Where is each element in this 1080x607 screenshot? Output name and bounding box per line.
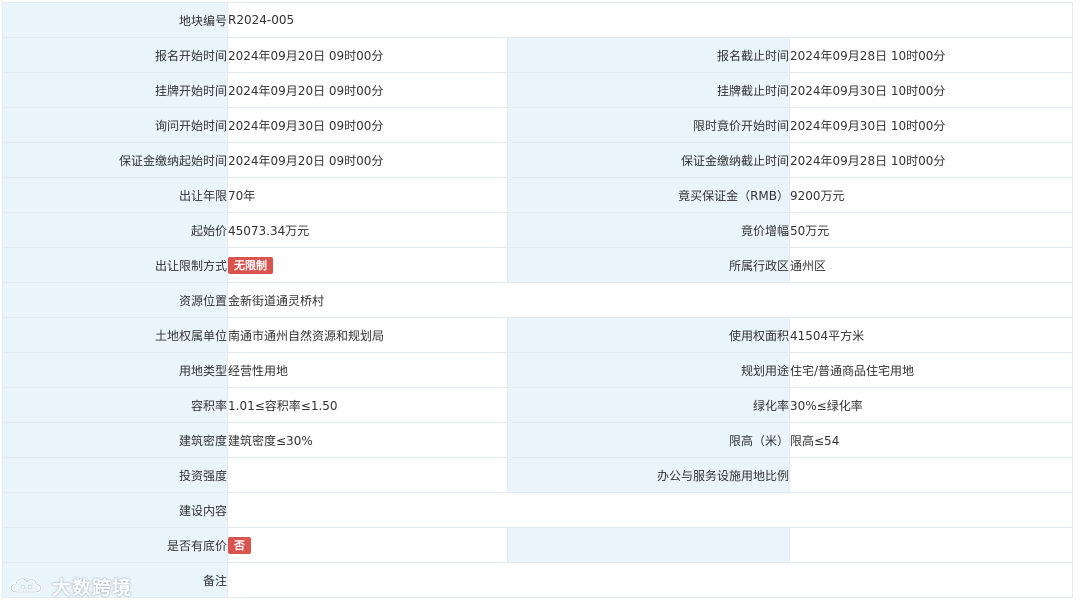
label-reserve-price: 是否有底价 <box>2 527 228 563</box>
label-listing-start: 挂牌开始时间 <box>2 72 228 108</box>
watermark: 大数跨境 <box>8 572 132 600</box>
value-deposit-end: 2024年09月28日 10时00分 <box>789 142 1073 178</box>
value-transfer-term: 70年 <box>227 177 508 213</box>
value-land-type: 经营性用地 <box>227 352 508 388</box>
value-building-density: 建筑密度≤30% <box>227 422 508 458</box>
label-parcel-id: 地块编号 <box>2 2 228 38</box>
table-row: 出让限制方式 无限制 所属行政区 通州区 <box>2 247 1073 283</box>
table-row: 报名开始时间 2024年09月20日 09时00分 报名截止时间 2024年09… <box>2 37 1073 73</box>
table-row: 保证金缴纳起始时间 2024年09月20日 09时00分 保证金缴纳截止时间 2… <box>2 142 1073 178</box>
value-bid-increment: 50万元 <box>789 212 1073 248</box>
label-registration-end: 报名截止时间 <box>507 37 790 73</box>
label-listing-end: 挂牌截止时间 <box>507 72 790 108</box>
table-row: 用地类型 经营性用地 规划用途 住宅/普通商品住宅用地 <box>2 352 1073 388</box>
value-land-owner: 南通市通州自然资源和规划局 <box>227 317 508 353</box>
label-timed-bidding-start: 限时竟价开始时间 <box>507 107 790 143</box>
label-bid-increment: 竟价增幅 <box>507 212 790 248</box>
label-construction-content: 建设内容 <box>2 492 228 528</box>
table-row: 出让年限 70年 竟买保证金（RMB） 9200万元 <box>2 177 1073 213</box>
land-parcel-info-table: 地块编号 R2024-005 报名开始时间 2024年09月20日 09时00分… <box>2 2 1073 598</box>
value-planned-use: 住宅/普通商品住宅用地 <box>789 352 1073 388</box>
table-row: 建设内容 <box>2 492 1073 528</box>
value-restriction-method: 无限制 <box>227 247 508 283</box>
value-deposit-start: 2024年09月20日 09时00分 <box>227 142 508 178</box>
value-listing-start: 2024年09月20日 09时00分 <box>227 72 508 108</box>
value-reserve-price: 否 <box>227 527 508 563</box>
empty-label-cell <box>507 527 790 563</box>
value-plot-ratio: 1.01≤容积率≤1.50 <box>227 387 508 423</box>
label-land-owner: 土地权属单位 <box>2 317 228 353</box>
label-office-land-ratio: 办公与服务设施用地比例 <box>507 457 790 493</box>
table-row: 是否有底价 否 <box>2 527 1073 563</box>
table-row: 土地权属单位 南通市通州自然资源和规划局 使用权面积 41504平方米 <box>2 317 1073 353</box>
label-use-right-area: 使用权面积 <box>507 317 790 353</box>
value-listing-end: 2024年09月30日 10时00分 <box>789 72 1073 108</box>
label-registration-start: 报名开始时间 <box>2 37 228 73</box>
label-inquiry-start: 询问开始时间 <box>2 107 228 143</box>
restriction-badge: 无限制 <box>228 256 273 274</box>
reserve-price-badge: 否 <box>228 536 251 554</box>
table-row: 建筑密度 建筑密度≤30% 限高（米） 限高≤54 <box>2 422 1073 458</box>
table-row: 容积率 1.01≤容积率≤1.50 绿化率 30%≤绿化率 <box>2 387 1073 423</box>
value-remarks <box>227 562 1073 598</box>
label-deposit-end: 保证金缴纳截止时间 <box>507 142 790 178</box>
label-resource-location: 资源位置 <box>2 282 228 318</box>
label-transfer-term: 出让年限 <box>2 177 228 213</box>
table-row: 备注 <box>2 562 1073 598</box>
label-building-density: 建筑密度 <box>2 422 228 458</box>
value-registration-end: 2024年09月28日 10时00分 <box>789 37 1073 73</box>
label-district: 所属行政区 <box>507 247 790 283</box>
value-use-right-area: 41504平方米 <box>789 317 1073 353</box>
value-office-land-ratio <box>789 457 1073 493</box>
label-investment-intensity: 投资强度 <box>2 457 228 493</box>
label-starting-price: 起始价 <box>2 212 228 248</box>
table-row: 挂牌开始时间 2024年09月20日 09时00分 挂牌截止时间 2024年09… <box>2 72 1073 108</box>
label-planned-use: 规划用途 <box>507 352 790 388</box>
value-height-limit: 限高≤54 <box>789 422 1073 458</box>
table-row: 起始价 45073.34万元 竟价增幅 50万元 <box>2 212 1073 248</box>
table-row: 投资强度 办公与服务设施用地比例 <box>2 457 1073 493</box>
table-row: 资源位置 金新街道通灵桥村 <box>2 282 1073 318</box>
value-greening-rate: 30%≤绿化率 <box>789 387 1073 423</box>
watermark-text: 大数跨境 <box>52 576 133 599</box>
empty-value-cell <box>789 527 1073 563</box>
label-land-type: 用地类型 <box>2 352 228 388</box>
value-construction-content <box>227 492 1073 528</box>
label-bid-deposit: 竟买保证金（RMB） <box>507 177 790 213</box>
value-district: 通州区 <box>789 247 1073 283</box>
value-starting-price: 45073.34万元 <box>227 212 508 248</box>
label-plot-ratio: 容积率 <box>2 387 228 423</box>
value-timed-bidding-start: 2024年09月30日 10时00分 <box>789 107 1073 143</box>
value-parcel-id: R2024-005 <box>227 2 1073 38</box>
value-registration-start: 2024年09月20日 09时00分 <box>227 37 508 73</box>
cloud-logo-icon <box>10 577 42 594</box>
value-investment-intensity <box>227 457 508 493</box>
table-row: 地块编号 R2024-005 <box>2 2 1073 38</box>
label-greening-rate: 绿化率 <box>507 387 790 423</box>
label-restriction-method: 出让限制方式 <box>2 247 228 283</box>
table-row: 询问开始时间 2024年09月30日 09时00分 限时竟价开始时间 2024年… <box>2 107 1073 143</box>
label-height-limit: 限高（米） <box>507 422 790 458</box>
value-bid-deposit: 9200万元 <box>789 177 1073 213</box>
value-inquiry-start: 2024年09月30日 09时00分 <box>227 107 508 143</box>
label-deposit-start: 保证金缴纳起始时间 <box>2 142 228 178</box>
value-resource-location: 金新街道通灵桥村 <box>227 282 1073 318</box>
